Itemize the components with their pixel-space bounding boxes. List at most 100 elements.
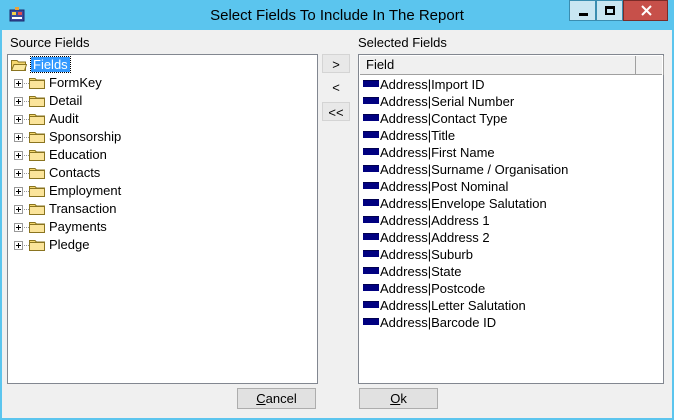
close-icon (641, 5, 652, 16)
folder-icon (29, 96, 45, 107)
list-item-label: Address|Address 2 (380, 230, 490, 245)
ok-label: k (400, 391, 407, 406)
extra-column-header[interactable] (637, 56, 664, 75)
tree-node-label: Payments (49, 219, 107, 234)
list-item-label: Address|First Name (380, 145, 495, 160)
list-item[interactable]: Address|Envelope Salutation (361, 196, 661, 213)
expand-icon[interactable] (14, 97, 23, 106)
field-column-header[interactable]: Field (360, 56, 636, 75)
field-icon (363, 250, 379, 257)
folder-icon (29, 186, 45, 197)
tree-node-label: Detail (49, 93, 83, 108)
list-item-label: Address|Postcode (380, 281, 486, 296)
field-icon (363, 182, 379, 189)
folder-icon (29, 132, 45, 143)
add-field-button[interactable]: > (322, 54, 350, 73)
cancel-label: ancel (265, 391, 297, 406)
minimize-button[interactable] (569, 0, 596, 21)
list-item[interactable]: Address|Letter Salutation (361, 298, 661, 315)
tree-root-label[interactable]: Fields (30, 56, 71, 73)
field-icon (363, 318, 379, 325)
remove-field-button[interactable]: < (322, 78, 350, 97)
maximize-icon (605, 6, 615, 15)
folder-icon (29, 222, 45, 233)
list-item-label: Address|Letter Salutation (380, 298, 526, 313)
expand-icon[interactable] (14, 115, 23, 124)
tree-node-label: FormKey (49, 75, 102, 90)
list-item[interactable]: Address|Address 2 (361, 230, 661, 247)
tree-node-label: Contacts (49, 165, 101, 180)
list-item[interactable]: Address|Contact Type (361, 111, 661, 128)
tree-node-label: Sponsorship (49, 129, 122, 144)
expand-icon[interactable] (14, 205, 23, 214)
list-item[interactable]: Address|State (361, 264, 661, 281)
tree-node-label: Pledge (49, 237, 90, 252)
minimize-icon (579, 13, 588, 16)
selected-fields-label: Selected Fields (358, 35, 447, 50)
field-icon (363, 165, 379, 172)
tree-node-label: Employment (49, 183, 122, 198)
remove-all-fields-button[interactable]: << (322, 102, 350, 121)
cancel-button[interactable]: Cancel (237, 388, 316, 409)
list-header: Field (360, 56, 664, 75)
list-item[interactable]: Address|Import ID (361, 77, 661, 94)
tree-node-label: Audit (49, 111, 79, 126)
tree-node-label: Transaction (49, 201, 117, 216)
list-item-label: Address|Post Nominal (380, 179, 509, 194)
list-item-label: Address|Import ID (380, 77, 485, 92)
field-icon (363, 267, 379, 274)
list-item[interactable]: Address|Post Nominal (361, 179, 661, 196)
cancel-accel: C (256, 391, 266, 406)
maximize-button[interactable] (596, 0, 623, 21)
selected-fields-list[interactable]: Field Address|Import ID Address|Serial Nu… (358, 54, 664, 384)
field-icon (363, 114, 379, 121)
ok-button[interactable]: Ok (359, 388, 438, 409)
list-item-label: Address|Surname / Organisation (380, 162, 569, 177)
source-fields-label: Source Fields (10, 35, 90, 50)
list-item-label: Address|Contact Type (380, 111, 508, 126)
expand-icon[interactable] (14, 187, 23, 196)
field-icon (363, 233, 379, 240)
folder-icon (29, 78, 45, 89)
field-icon (363, 199, 379, 206)
field-icon (363, 216, 379, 223)
list-item-label: Address|Barcode ID (380, 315, 497, 330)
open-folder-icon (11, 60, 27, 71)
tree-node-label: Education (49, 147, 107, 162)
list-item-label: Address|Title (380, 128, 456, 143)
list-item[interactable]: Address|Serial Number (361, 94, 661, 111)
list-item[interactable]: Address|First Name (361, 145, 661, 162)
field-icon (363, 97, 379, 104)
dialog-window: Select Fields To Include In The Report S… (0, 0, 674, 420)
ok-accel: O (390, 391, 401, 406)
list-item-label: Address|State (380, 264, 462, 279)
list-item-label: Address|Address 1 (380, 213, 490, 228)
field-icon (363, 284, 379, 291)
expand-icon[interactable] (14, 241, 23, 250)
list-item[interactable]: Address|Barcode ID (361, 315, 661, 332)
list-item[interactable]: Address|Address 1 (361, 213, 661, 230)
expand-icon[interactable] (14, 151, 23, 160)
list-item[interactable]: Address|Suburb (361, 247, 661, 264)
expand-icon[interactable] (14, 133, 23, 142)
list-item-label: Address|Envelope Salutation (380, 196, 547, 211)
field-icon (363, 301, 379, 308)
field-icon (363, 148, 379, 155)
dialog-client-area: Source Fields Selected Fields Fields For… (2, 30, 672, 418)
list-item-label: Address|Suburb (380, 247, 473, 262)
folder-icon (29, 114, 45, 125)
folder-icon (29, 204, 45, 215)
field-icon (363, 80, 379, 87)
title-bar[interactable]: Select Fields To Include In The Report (0, 0, 674, 30)
expand-icon[interactable] (14, 79, 23, 88)
source-fields-tree[interactable]: Fields FormKey Detail Audit Sponsorship Educ… (7, 54, 318, 384)
list-item[interactable]: Address|Surname / Organisation (361, 162, 661, 179)
folder-icon (29, 168, 45, 179)
close-button[interactable] (623, 0, 668, 21)
expand-icon[interactable] (14, 169, 23, 178)
field-icon (363, 131, 379, 138)
list-item[interactable]: Address|Title (361, 128, 661, 145)
expand-icon[interactable] (14, 223, 23, 232)
list-item[interactable]: Address|Postcode (361, 281, 661, 298)
folder-icon (29, 150, 45, 161)
